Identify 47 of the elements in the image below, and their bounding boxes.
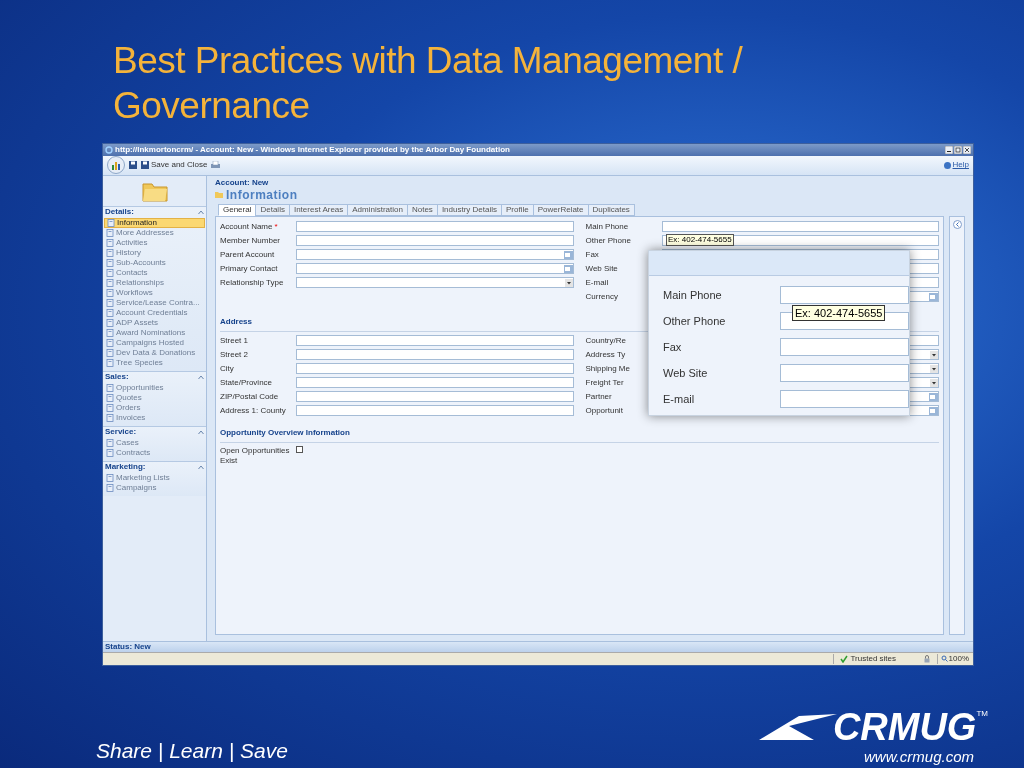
field-label: Open Opportunities Exist — [220, 445, 291, 466]
page-title: Information — [226, 187, 298, 202]
record-label: Account: New — [215, 177, 270, 188]
field-label: Freight Ter — [585, 377, 625, 388]
window-title: http://lnkmortoncrm/ - Account: New - Windows Internet Explorer provided by the Arbor Day Foundation — [115, 144, 510, 155]
field-label: ZIP/Postal Code — [220, 391, 280, 402]
slide-tagline: Share | Learn | Save — [96, 737, 288, 764]
field-label: Account Name * — [220, 221, 279, 232]
field-label: Shipping Me — [585, 363, 631, 374]
field-label: Partner — [585, 391, 613, 402]
slide-title: Best Practices with Data Management / Governance — [113, 39, 744, 128]
section-title: Sales: — [105, 372, 129, 383]
hint-tooltip: Ex: 402-474-5655 — [792, 304, 886, 321]
field-label: Relationship Type — [220, 277, 285, 288]
security-zone: Trusted sites — [850, 653, 897, 664]
section-title: Service: — [105, 427, 137, 438]
field-label: Primary Contact — [220, 263, 279, 274]
field-label: Opportunit — [585, 405, 624, 416]
field-label: Fax — [585, 249, 600, 260]
section-title: Details: — [105, 207, 134, 218]
trademark: TM — [976, 707, 988, 718]
logo-wordmark: CRMUG — [832, 707, 977, 746]
hint-tooltip: Ex: 402-474-5655 — [666, 233, 734, 246]
section-title: Marketing: — [105, 462, 146, 473]
field-label: Address 1: County — [220, 405, 287, 416]
field-label: E-mail — [663, 391, 696, 406]
field-label: City — [220, 363, 235, 374]
field-label: Other Phone — [585, 235, 632, 246]
field-label: E-mail — [585, 277, 610, 288]
logo-url: www.crmug.com — [863, 746, 974, 767]
section-heading: Opportunity Overview Information — [220, 427, 350, 437]
field-label: Currency — [585, 291, 619, 302]
field-label: Main Phone — [585, 221, 630, 232]
section-heading: Address — [220, 316, 252, 326]
field-label: Web Site — [585, 263, 619, 274]
field-label: Fax — [663, 339, 683, 354]
field-label: Address Ty — [585, 349, 627, 360]
field-label: Parent Account — [220, 249, 276, 260]
record-status: Status: New — [105, 641, 151, 652]
field-label: Web Site — [663, 365, 709, 380]
field-label: State/Province — [220, 377, 274, 388]
field-label: Member Number — [220, 235, 281, 246]
field-label: Country/Re — [585, 335, 627, 346]
field-label: Other Phone — [663, 313, 727, 328]
field-label: Street 1 — [220, 335, 249, 346]
field-label: Street 2 — [220, 349, 249, 360]
field-label: Main Phone — [663, 287, 723, 302]
